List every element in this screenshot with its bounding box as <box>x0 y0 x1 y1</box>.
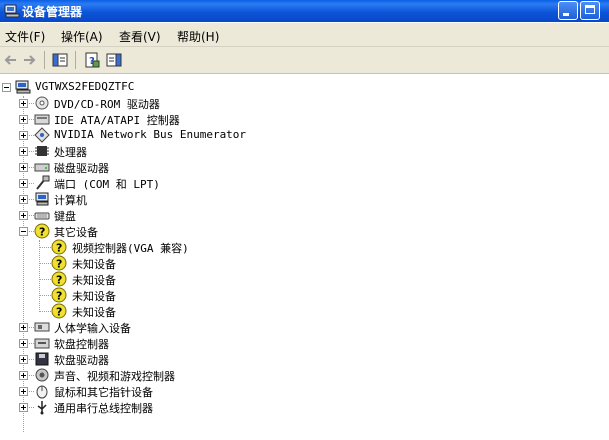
computer-icon <box>35 192 49 206</box>
unknown-device-icon: ? <box>51 255 67 271</box>
collapse-toggle[interactable] <box>19 227 28 236</box>
expand-toggle[interactable] <box>19 403 28 412</box>
tree-child-label: 未知设备 <box>72 290 116 303</box>
tree-line <box>40 279 51 281</box>
show-hide-console-tree-icon[interactable] <box>52 52 68 68</box>
window-title: 设备管理器 <box>22 5 83 19</box>
tree-item-label: IDE ATA/ATAPI 控制器 <box>54 114 180 127</box>
tree-item-label: 通用串行总线控制器 <box>54 402 153 415</box>
hid-icon <box>34 322 50 332</box>
expand-toggle[interactable] <box>19 115 28 124</box>
menu-action[interactable]: 操作(A) <box>61 28 103 45</box>
expand-toggle[interactable] <box>19 387 28 396</box>
svg-text:?: ? <box>56 258 62 271</box>
keyboard-icon <box>34 212 50 220</box>
computer-icon <box>15 80 31 94</box>
tree-child-label: 未知设备 <box>72 306 116 319</box>
tree-line <box>40 263 51 265</box>
expand-toggle[interactable] <box>19 195 28 204</box>
expand-toggle[interactable] <box>19 99 28 108</box>
svg-text:?: ? <box>39 226 45 239</box>
tree-item-label: 其它设备 <box>54 226 98 239</box>
tree-root-label: VGTWXS2FEDQZTFC <box>35 80 135 93</box>
unknown-device-icon: ? <box>51 239 67 255</box>
tree-item-label: 计算机 <box>54 194 87 207</box>
expand-toggle[interactable] <box>19 147 28 156</box>
expand-toggle[interactable] <box>19 131 28 140</box>
toolbar: ? <box>0 47 609 74</box>
tree-item-label: DVD/CD-ROM 驱动器 <box>54 98 160 111</box>
disk-drive-icon <box>34 163 50 172</box>
unknown-device-icon: ? <box>51 303 67 319</box>
tree-item-label: 键盘 <box>54 210 76 223</box>
expand-toggle[interactable] <box>19 339 28 348</box>
expand-toggle[interactable] <box>19 371 28 380</box>
mouse-icon <box>36 385 48 399</box>
tree-line <box>40 311 51 313</box>
tree-child-label: 未知设备 <box>72 258 116 271</box>
tree-item-label: 软盘驱动器 <box>54 354 109 367</box>
svg-text:?: ? <box>56 290 62 303</box>
menu-file[interactable]: 文件(F) <box>5 28 45 45</box>
cdrom-icon <box>35 96 49 110</box>
unknown-device-icon: ? <box>34 223 50 239</box>
port-icon <box>36 175 50 190</box>
help-icon[interactable] <box>106 52 122 68</box>
minimize-button[interactable] <box>558 1 578 20</box>
expand-toggle[interactable] <box>19 323 28 332</box>
menu-help[interactable]: 帮助(H) <box>177 28 219 45</box>
title-bar: 设备管理器 <box>0 0 609 22</box>
toolbar-separator <box>44 51 45 69</box>
tree-item-label: 声音、视频和游戏控制器 <box>54 370 175 383</box>
tree-line <box>40 247 51 249</box>
expand-toggle[interactable] <box>19 211 28 220</box>
maximize-button[interactable] <box>580 1 600 20</box>
floppy-controller-icon <box>34 338 50 349</box>
unknown-device-icon: ? <box>51 287 67 303</box>
tree-item-label: 人体学输入设备 <box>54 322 131 335</box>
tree-item-label: 鼠标和其它指针设备 <box>54 386 153 399</box>
svg-text:?: ? <box>56 242 62 255</box>
device-tree: VGTWXS2FEDQZTFC DVD/CD-ROM 驱动器 IDE ATA/AT… <box>0 74 609 440</box>
tree-line <box>39 240 41 312</box>
device-manager-icon <box>4 4 20 18</box>
tree-line <box>40 295 51 297</box>
toolbar-separator <box>75 51 76 69</box>
tree-item-label: 软盘控制器 <box>54 338 109 351</box>
tree-child-label: 未知设备 <box>72 274 116 287</box>
unknown-device-icon: ? <box>51 271 67 287</box>
ide-controller-icon <box>34 114 50 125</box>
network-bus-icon <box>34 127 50 143</box>
tree-item-label: 处理器 <box>54 146 87 159</box>
sound-icon <box>35 368 49 382</box>
collapse-toggle[interactable] <box>2 83 11 92</box>
tree-item-label: 磁盘驱动器 <box>54 162 109 175</box>
properties-icon[interactable]: ? <box>84 52 100 68</box>
back-arrow-icon[interactable] <box>4 52 18 68</box>
tree-child-label: 视频控制器(VGA 兼容) <box>72 242 189 255</box>
svg-text:?: ? <box>56 306 62 319</box>
tree-item-label: NVIDIA Network Bus Enumerator <box>54 128 247 141</box>
menu-bar: 文件(F) 操作(A) 查看(V) 帮助(H) <box>0 23 609 47</box>
floppy-drive-icon <box>35 352 49 366</box>
processor-icon <box>35 146 49 156</box>
expand-toggle[interactable] <box>19 355 28 364</box>
expand-toggle[interactable] <box>19 179 28 188</box>
usb-icon <box>37 401 47 415</box>
expand-toggle[interactable] <box>19 163 28 172</box>
menu-view[interactable]: 查看(V) <box>119 28 161 45</box>
forward-arrow-icon[interactable] <box>22 52 36 68</box>
svg-text:?: ? <box>56 274 62 287</box>
tree-item-label: 端口 (COM 和 LPT) <box>54 178 160 191</box>
